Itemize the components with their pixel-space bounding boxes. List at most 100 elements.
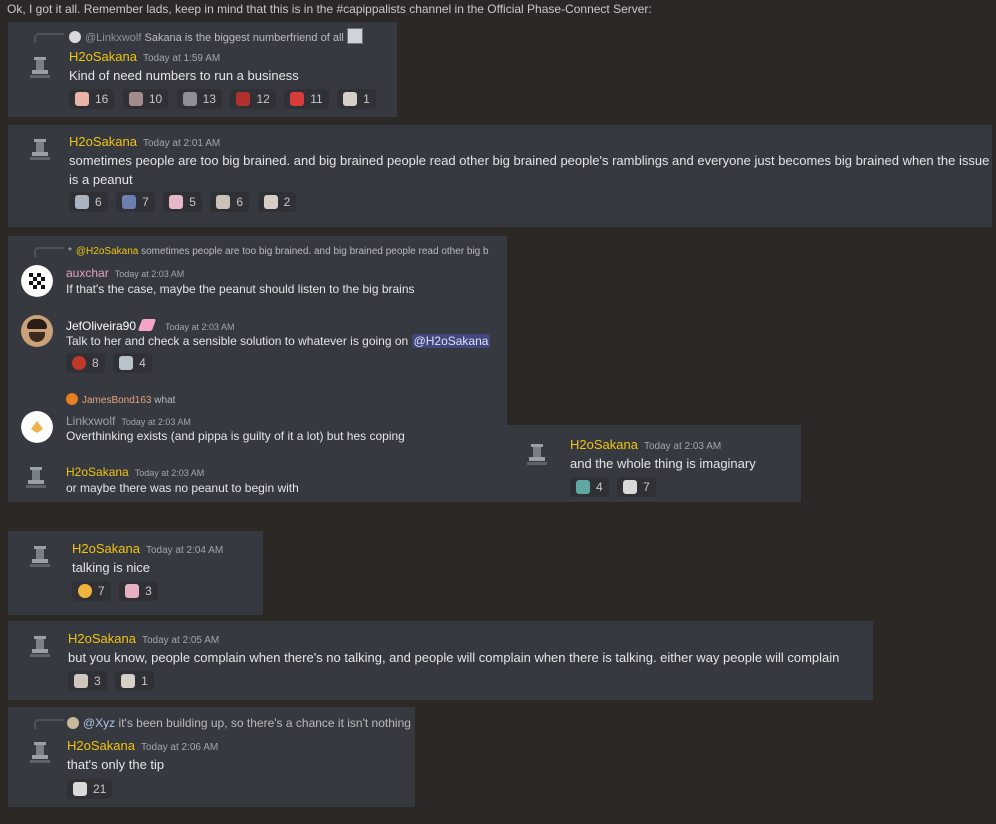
username[interactable]: H2oSakana bbox=[67, 738, 135, 753]
reply-text: it's been building up, so there's a chan… bbox=[118, 716, 411, 730]
message-text: Overthinking exists (and pippa is guilty… bbox=[66, 429, 405, 443]
reaction-emoji-icon bbox=[343, 92, 358, 106]
reaction-count: 7 bbox=[98, 584, 105, 598]
reaction-emoji-icon bbox=[623, 480, 638, 494]
reaction-count: 6 bbox=[236, 195, 244, 209]
message-text: Talk to her and check a sensible solutio… bbox=[66, 334, 491, 348]
reaction-count: 16 bbox=[95, 92, 109, 106]
message-card: @Xyz it's been building up, so there's a… bbox=[8, 707, 415, 807]
reaction-count: 4 bbox=[596, 480, 603, 494]
username[interactable]: H2oSakana bbox=[68, 631, 136, 646]
header-text: Ok, I got it all. Remember lads, keep in… bbox=[7, 2, 652, 16]
reaction-count: 3 bbox=[94, 674, 101, 688]
reaction-count: 7 bbox=[643, 480, 650, 494]
reaction[interactable]: 10 bbox=[122, 89, 169, 109]
reply-username[interactable]: @Linkxwolf bbox=[85, 32, 141, 44]
reaction[interactable]: 4 bbox=[570, 477, 609, 497]
reply-connector bbox=[34, 247, 64, 257]
reaction[interactable]: 3 bbox=[68, 671, 107, 691]
username[interactable]: Linkxwolf bbox=[66, 414, 115, 428]
reaction-count: 11 bbox=[310, 92, 323, 106]
reaction-count: 13 bbox=[202, 92, 216, 106]
message-card: H2oSakana Today at 2:04 AM talking is nic… bbox=[8, 531, 263, 615]
reply-arrow-icon: * bbox=[68, 246, 72, 257]
reaction[interactable]: 6 bbox=[69, 192, 108, 212]
reaction-count: 4 bbox=[139, 356, 146, 370]
reply-avatar bbox=[67, 717, 79, 729]
reaction[interactable]: 7 bbox=[72, 581, 111, 601]
reaction[interactable]: 13 bbox=[176, 89, 222, 109]
reaction-emoji-icon bbox=[75, 195, 89, 209]
username[interactable]: H2oSakana bbox=[570, 437, 638, 452]
reaction-emoji-icon bbox=[128, 92, 143, 106]
reaction-emoji-icon bbox=[125, 584, 140, 598]
rook-avatar-icon[interactable] bbox=[28, 55, 52, 81]
user-mention[interactable]: @H2oSakana bbox=[411, 334, 491, 348]
reply-preview[interactable]: JamesBond163 what bbox=[66, 393, 175, 406]
reaction[interactable]: 11 bbox=[284, 89, 329, 109]
timestamp: Today at 2:06 AM bbox=[140, 742, 219, 753]
reply-preview[interactable]: @Linkxwolf Sakana is the biggest numberf… bbox=[69, 28, 363, 44]
message-text-body: Talk to her and check a sensible solutio… bbox=[66, 334, 409, 348]
reaction-count: 2 bbox=[283, 195, 291, 209]
reaction[interactable]: 4 bbox=[113, 353, 152, 373]
timestamp: Today at 2:03 AM bbox=[114, 269, 185, 279]
rook-avatar-icon[interactable] bbox=[28, 740, 52, 766]
username[interactable]: H2oSakana bbox=[69, 49, 137, 64]
rook-avatar-icon[interactable] bbox=[525, 442, 549, 468]
reply-connector bbox=[34, 33, 64, 43]
reaction[interactable]: 21 bbox=[67, 779, 113, 799]
user-avatar-icon[interactable] bbox=[21, 315, 53, 347]
reaction-count: 5 bbox=[189, 195, 196, 209]
message-text: talking is nice bbox=[72, 560, 151, 575]
reaction-count: 3 bbox=[145, 584, 152, 598]
message-text: Kind of need numbers to run a business bbox=[69, 68, 299, 83]
reaction[interactable]: 8 bbox=[66, 353, 105, 373]
reaction[interactable]: 5 bbox=[163, 192, 202, 212]
reaction[interactable]: 7 bbox=[617, 477, 656, 497]
rook-avatar-icon[interactable] bbox=[28, 544, 52, 570]
reaction[interactable]: 6 bbox=[210, 192, 250, 212]
reaction-emoji-icon bbox=[216, 195, 231, 209]
reaction[interactable]: 1 bbox=[337, 89, 376, 109]
reaction[interactable]: 16 bbox=[69, 89, 115, 109]
reaction[interactable]: 12 bbox=[230, 89, 276, 109]
username[interactable]: H2oSakana bbox=[69, 134, 137, 149]
reaction[interactable]: 1 bbox=[115, 671, 154, 691]
rook-avatar-icon[interactable] bbox=[24, 465, 48, 491]
reply-preview[interactable]: @Xyz it's been building up, so there's a… bbox=[67, 716, 411, 730]
nitro-badge-icon bbox=[138, 319, 157, 331]
reaction[interactable]: 2 bbox=[257, 192, 297, 212]
reactions-row: 3 1 bbox=[68, 671, 158, 693]
reaction[interactable]: 7 bbox=[116, 192, 155, 212]
reply-connector bbox=[34, 719, 64, 729]
username[interactable]: JefOliveira90 bbox=[66, 319, 136, 333]
reactions-row: 21 bbox=[67, 779, 116, 801]
timestamp: Today at 1:59 AM bbox=[142, 53, 221, 64]
reaction[interactable]: 3 bbox=[119, 581, 158, 601]
reactions-row: 6 7 5 6 2 bbox=[69, 192, 300, 214]
timestamp: Today at 2:05 AM bbox=[141, 635, 220, 646]
thread-card: * @H2oSakana sometimes people are too big… bbox=[8, 236, 507, 502]
username[interactable]: H2oSakana bbox=[72, 541, 140, 556]
reaction-count: 8 bbox=[92, 356, 99, 370]
username[interactable]: H2oSakana bbox=[66, 465, 129, 479]
pixel-avatar-icon[interactable] bbox=[21, 265, 53, 297]
reactions-row: 16 10 13 12 11 1 bbox=[69, 89, 380, 111]
reaction-emoji-icon bbox=[72, 356, 86, 370]
wolf-avatar-icon[interactable] bbox=[21, 411, 53, 443]
reply-username[interactable]: @Xyz bbox=[83, 716, 115, 730]
reply-avatar bbox=[66, 393, 78, 405]
reaction-emoji-icon bbox=[122, 195, 137, 209]
reaction-emoji-icon bbox=[78, 584, 92, 598]
rook-avatar-icon[interactable] bbox=[28, 634, 52, 660]
timestamp: Today at 2:01 AM bbox=[142, 138, 221, 149]
username[interactable]: auxchar bbox=[66, 266, 109, 280]
message-card: H2oSakana Today at 2:01 AM sometimes peop… bbox=[8, 125, 992, 227]
reaction-count: 10 bbox=[148, 92, 163, 106]
reply-username[interactable]: @H2oSakana bbox=[76, 246, 138, 257]
message-text-line2: is a peanut bbox=[69, 172, 133, 187]
rook-avatar-icon[interactable] bbox=[28, 137, 52, 163]
reply-username[interactable]: JamesBond163 bbox=[82, 395, 152, 406]
reply-preview[interactable]: * @H2oSakana sometimes people are too big… bbox=[68, 246, 489, 257]
